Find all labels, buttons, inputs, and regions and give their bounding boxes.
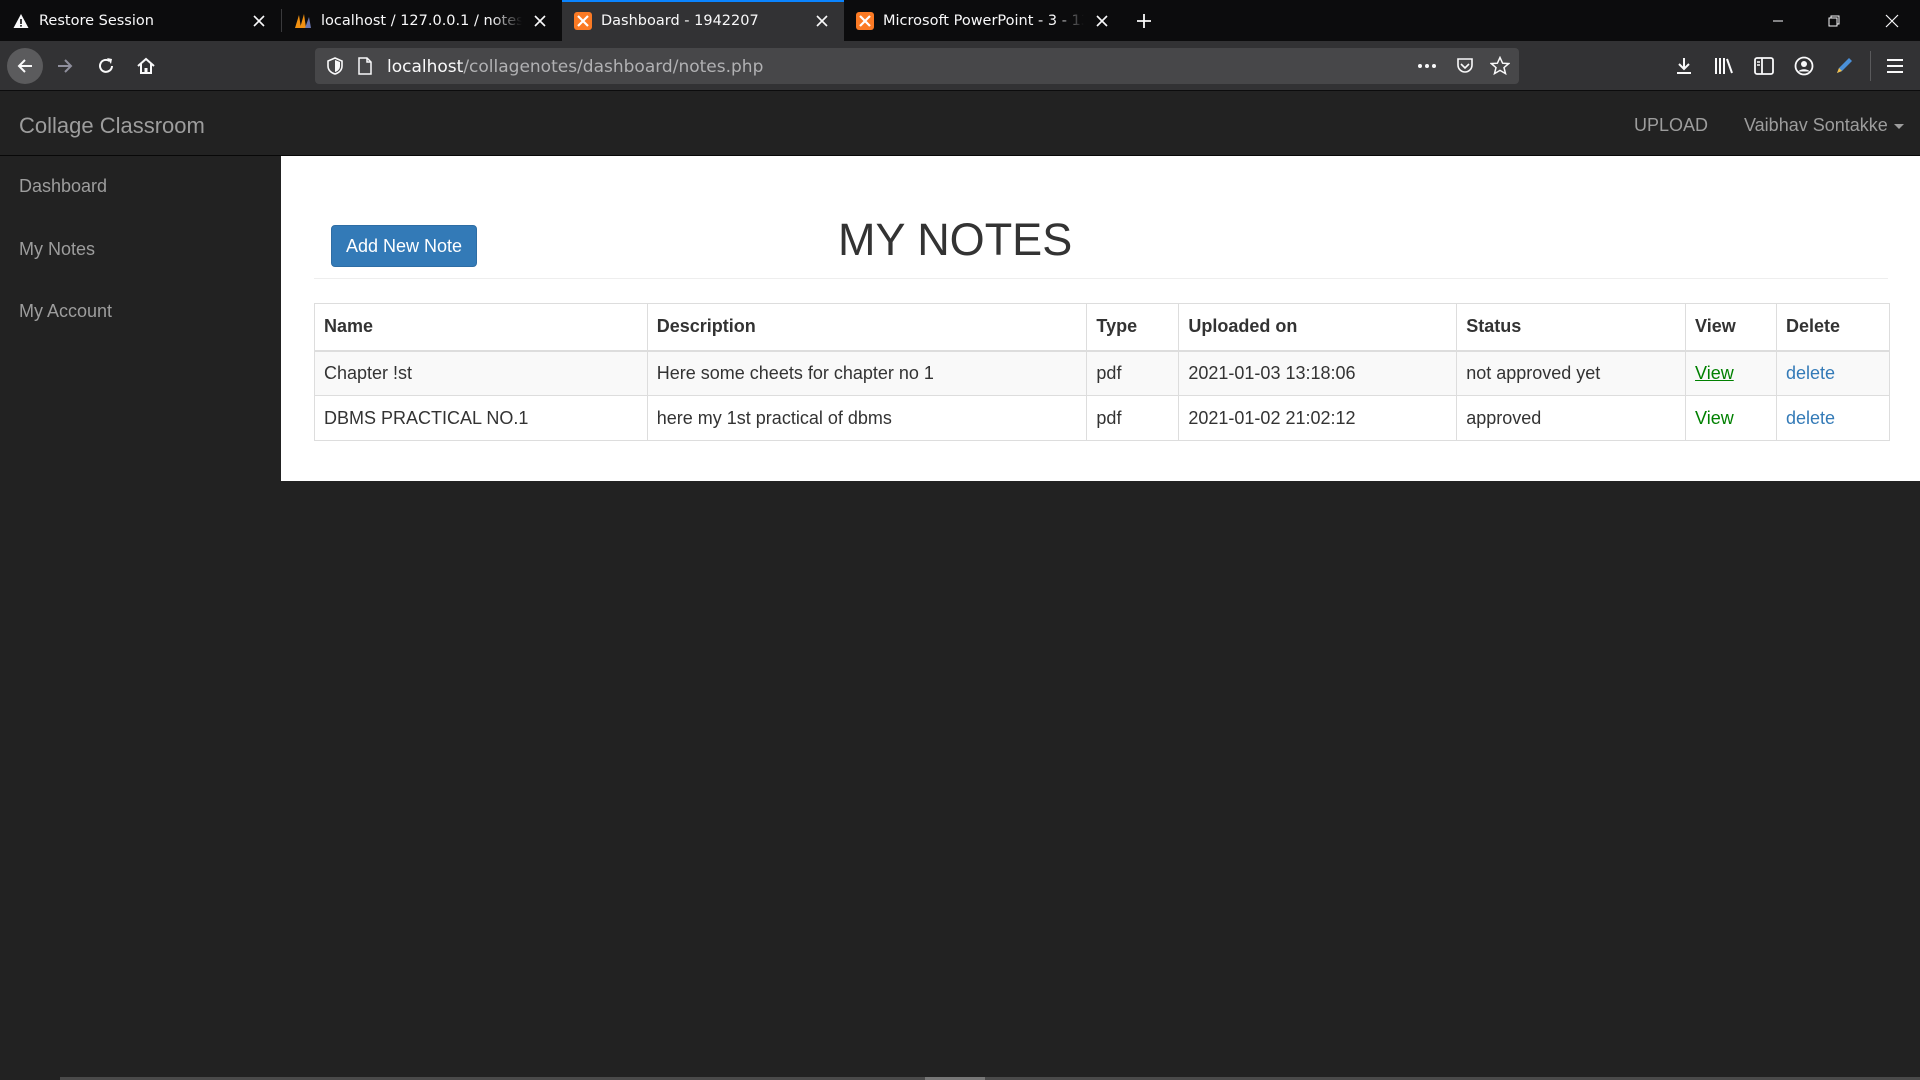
- reload-button[interactable]: [88, 48, 124, 84]
- close-icon[interactable]: [249, 11, 269, 31]
- column-header-view: View: [1685, 303, 1777, 352]
- main-content: Add New Note MY NOTES Name Description T…: [281, 156, 1920, 481]
- restore-icon: [1828, 15, 1840, 26]
- home-button[interactable]: [128, 48, 164, 84]
- cell-description: Here some cheets for chapter no 1: [646, 350, 1088, 396]
- cell-view: View: [1685, 395, 1777, 441]
- close-icon[interactable]: [812, 11, 832, 31]
- cell-status: not approved yet: [1456, 350, 1687, 396]
- sidebar-item-my-notes[interactable]: My Notes: [19, 239, 95, 260]
- shield-icon[interactable]: [325, 56, 345, 76]
- cell-uploaded-on: 2021-01-03 13:18:06: [1178, 350, 1458, 396]
- forward-button[interactable]: [47, 48, 83, 84]
- url-host: localhost: [387, 57, 464, 77]
- cell-delete: delete: [1775, 350, 1891, 396]
- cell-view: View: [1685, 350, 1777, 396]
- site-navbar: Collage Classroom UPLOAD Vaibhav Sontakk…: [0, 91, 1920, 156]
- download-icon[interactable]: [1672, 54, 1696, 78]
- sidebar-item-my-account[interactable]: My Account: [19, 301, 112, 322]
- close-window-button[interactable]: [1864, 0, 1920, 41]
- account-icon[interactable]: [1792, 54, 1816, 78]
- table-row: Chapter !st Here some cheets for chapter…: [314, 350, 1891, 396]
- tab-title: localhost / 127.0.0.1 / notes | phpMyAdm…: [321, 12, 522, 29]
- cell-name: Chapter !st: [314, 350, 648, 396]
- arrow-right-icon: [58, 59, 73, 73]
- phpmyadmin-icon: [294, 12, 312, 30]
- tab-title: Dashboard - 1942207: [601, 12, 759, 29]
- restore-button[interactable]: [1806, 0, 1862, 41]
- url-path: /collagenotes/dashboard/notes.php: [463, 57, 764, 77]
- site-brand[interactable]: Collage Classroom: [19, 113, 205, 139]
- column-header-name: Name: [314, 303, 648, 352]
- library-icon[interactable]: [1712, 54, 1736, 78]
- pocket-icon[interactable]: [1455, 56, 1475, 76]
- caret-down-icon: [1893, 123, 1904, 129]
- cell-type: pdf: [1086, 350, 1180, 396]
- url-text: localhost/collagenotes/dashboard/notes.p…: [387, 57, 763, 77]
- close-icon[interactable]: [530, 11, 550, 31]
- star-icon[interactable]: [1490, 56, 1510, 76]
- plus-icon: [1137, 13, 1151, 28]
- notes-table: Name Description Type Uploaded on Status…: [314, 303, 1891, 441]
- column-header-status: Status: [1456, 303, 1687, 352]
- warning-icon: [12, 12, 30, 30]
- heading-divider: [314, 278, 1888, 279]
- xampp-icon: [856, 11, 874, 30]
- table-row: DBMS PRACTICAL NO.1 here my 1st practica…: [314, 395, 1891, 441]
- tab-title: Restore Session: [39, 12, 154, 29]
- toolbar-divider: [1870, 51, 1871, 81]
- view-link[interactable]: View: [1695, 363, 1734, 383]
- tab-dashboard[interactable]: Dashboard - 1942207: [562, 0, 844, 41]
- back-button[interactable]: [7, 48, 43, 84]
- nav-upload-link[interactable]: UPLOAD: [1634, 115, 1708, 136]
- new-tab-button[interactable]: [1124, 0, 1164, 41]
- column-header-description: Description: [646, 303, 1088, 352]
- cell-type: pdf: [1086, 395, 1180, 441]
- page-icon[interactable]: [355, 56, 375, 76]
- column-header-uploaded-on: Uploaded on: [1178, 303, 1458, 352]
- cell-status: approved: [1456, 395, 1687, 441]
- minimize-button[interactable]: [1750, 0, 1806, 41]
- delete-link[interactable]: delete: [1786, 408, 1835, 428]
- close-icon: [1885, 14, 1899, 27]
- browser-toolbar: localhost/collagenotes/dashboard/notes.p…: [0, 41, 1920, 91]
- cell-description: here my 1st practical of dbms: [646, 395, 1088, 441]
- sidebar: Dashboard My Notes My Account: [0, 156, 281, 1080]
- browser-tab-strip: Restore Session localhost / 127.0.0.1 / …: [0, 0, 1920, 41]
- sidebar-item-dashboard[interactable]: Dashboard: [19, 176, 107, 197]
- sidebar-icon[interactable]: [1752, 54, 1776, 78]
- hamburger-menu-icon[interactable]: [1883, 54, 1907, 78]
- table-header-row: Name Description Type Uploaded on Status…: [314, 303, 1891, 352]
- minimize-icon: [1773, 20, 1783, 21]
- add-new-note-button[interactable]: Add New Note: [331, 225, 477, 267]
- view-link[interactable]: View: [1695, 408, 1734, 428]
- tab-phpmyadmin[interactable]: localhost / 127.0.0.1 / notes | phpMyAdm…: [282, 0, 562, 41]
- column-header-delete: Delete: [1775, 303, 1891, 352]
- user-menu-dropdown[interactable]: Vaibhav Sontakke: [1744, 115, 1904, 136]
- column-header-type: Type: [1086, 303, 1180, 352]
- cell-uploaded-on: 2021-01-02 21:02:12: [1178, 395, 1458, 441]
- user-name: Vaibhav Sontakke: [1744, 115, 1888, 135]
- close-icon[interactable]: [1092, 11, 1112, 31]
- delete-link[interactable]: delete: [1786, 363, 1835, 383]
- tab-powerpoint[interactable]: Microsoft PowerPoint - 3 - 1369: [844, 0, 1124, 41]
- cell-delete: delete: [1775, 395, 1891, 441]
- page-title: MY NOTES: [838, 214, 1073, 265]
- xampp-icon: [574, 11, 592, 30]
- tab-restore-session[interactable]: Restore Session: [0, 0, 281, 41]
- extension-pen-icon[interactable]: [1832, 54, 1856, 78]
- home-icon: [137, 57, 155, 74]
- cell-name: DBMS PRACTICAL NO.1: [314, 395, 648, 441]
- reload-icon: [99, 58, 113, 73]
- more-icon[interactable]: [1417, 56, 1437, 76]
- arrow-left-icon: [17, 59, 32, 73]
- address-bar[interactable]: localhost/collagenotes/dashboard/notes.p…: [315, 48, 1519, 84]
- tab-title: Microsoft PowerPoint - 3 - 1369: [883, 12, 1084, 29]
